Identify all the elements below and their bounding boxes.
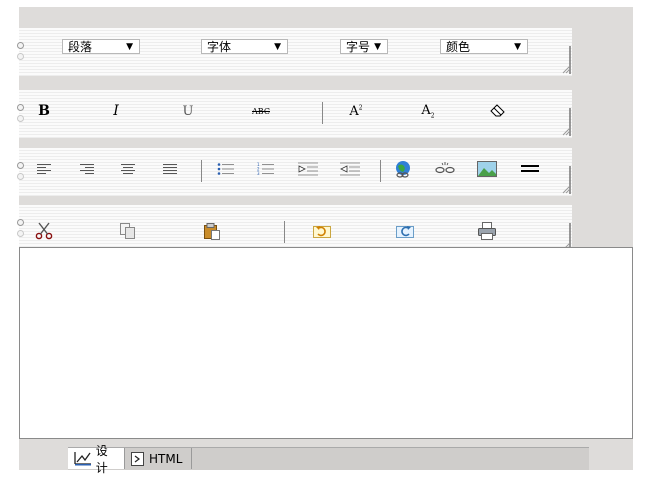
paste-button[interactable] (201, 220, 223, 242)
undo-icon (313, 226, 331, 238)
toolbar-end-cap (562, 108, 572, 136)
printer-icon (478, 222, 496, 240)
superscript-icon: A2 (349, 103, 363, 119)
align-left-button[interactable] (33, 158, 55, 180)
toolbar-end-cap (562, 46, 572, 74)
toolbar-separator (322, 102, 323, 124)
chevron-down-icon: ▼ (514, 42, 521, 52)
html-source-icon (131, 451, 144, 466)
color-select[interactable]: 颜色 ▼ (440, 39, 528, 54)
subscript-icon: A2 (421, 102, 435, 120)
underline-icon: U (182, 103, 194, 119)
redo-icon (396, 226, 414, 238)
unlink-button[interactable] (434, 158, 456, 180)
toolbar-grip[interactable] (17, 104, 24, 126)
toolbar-grip[interactable] (17, 162, 24, 184)
svg-text:3: 3 (257, 171, 260, 176)
toolbar-separator (284, 221, 285, 243)
redo-button[interactable] (394, 220, 416, 242)
unlink-icon (435, 162, 455, 174)
align-center-icon (121, 164, 135, 174)
toolbar-grip[interactable] (17, 42, 24, 64)
strikethrough-icon: ABC (252, 106, 270, 116)
toolbar-row-format: 段落 ▼ 字体 ▼ 字号 ▼ 颜色 ▼ (17, 28, 572, 76)
cut-button[interactable] (33, 220, 55, 242)
font-select[interactable]: 字体 ▼ (201, 39, 288, 54)
undo-button[interactable] (311, 220, 333, 242)
paste-icon (204, 223, 220, 240)
superscript-button[interactable]: A2 (345, 100, 367, 122)
print-button[interactable] (476, 220, 498, 242)
toolbar-grip[interactable] (17, 219, 24, 241)
paragraph-select[interactable]: 段落 ▼ (62, 39, 140, 54)
italic-button[interactable]: I (105, 100, 127, 122)
tab-design-label: 设计 (95, 443, 108, 475)
strikethrough-button[interactable]: ABC (248, 100, 274, 122)
toolbar-row-text-style: B I U ABC A2 A2 (17, 90, 572, 138)
copy-icon (120, 223, 135, 239)
font-size-select[interactable]: 字号 ▼ (340, 39, 388, 54)
scissors-icon (35, 222, 53, 240)
view-tab-bar: 设计 HTML (68, 444, 589, 475)
chevron-down-icon: ▼ (374, 42, 381, 52)
numbered-list-icon: 123 (257, 162, 274, 176)
bold-icon: B (38, 103, 50, 119)
copy-button[interactable] (117, 220, 139, 242)
align-right-icon (80, 164, 94, 174)
chevron-down-icon: ▼ (274, 42, 281, 52)
chevron-down-icon: ▼ (126, 42, 133, 52)
tab-html[interactable]: HTML (125, 448, 192, 469)
toolbar-separator (201, 160, 202, 182)
toolbar-row-edit (17, 205, 572, 253)
horizontal-rule-button[interactable] (519, 158, 541, 180)
editor-content-area[interactable] (19, 247, 633, 439)
insert-link-button[interactable] (392, 158, 414, 180)
indent-icon (298, 162, 318, 176)
align-left-icon (37, 164, 51, 174)
bold-button[interactable]: B (33, 100, 55, 122)
outdent-icon (340, 162, 360, 176)
insert-image-button[interactable] (476, 158, 498, 180)
tab-html-label: HTML (149, 451, 183, 466)
indent-button[interactable] (297, 158, 319, 180)
bullet-list-button[interactable] (215, 158, 237, 180)
paragraph-select-label: 段落 (68, 40, 93, 54)
numbered-list-button[interactable]: 123 (255, 158, 277, 180)
image-icon (477, 161, 497, 177)
color-select-label: 颜色 (446, 40, 471, 54)
align-justify-button[interactable] (159, 158, 181, 180)
eraser-button[interactable] (487, 100, 509, 122)
subscript-button[interactable]: A2 (417, 100, 439, 122)
tab-design[interactable]: 设计 (68, 444, 125, 475)
bullet-list-icon (217, 163, 234, 175)
italic-icon: I (113, 103, 119, 119)
toolbar-separator (380, 160, 381, 182)
font-select-label: 字体 (207, 40, 232, 54)
globe-link-icon (396, 161, 410, 178)
align-right-button[interactable] (76, 158, 98, 180)
toolbar-row-paragraph: 123 (17, 148, 572, 196)
underline-button[interactable]: U (177, 100, 199, 122)
align-justify-icon (163, 164, 177, 174)
horizontal-rule-icon (521, 165, 539, 172)
toolbar-end-cap (562, 166, 572, 194)
eraser-icon (490, 104, 505, 117)
design-icon (74, 452, 91, 466)
align-center-button[interactable] (117, 158, 139, 180)
font-size-select-label: 字号 (346, 40, 371, 54)
outdent-button[interactable] (339, 158, 361, 180)
